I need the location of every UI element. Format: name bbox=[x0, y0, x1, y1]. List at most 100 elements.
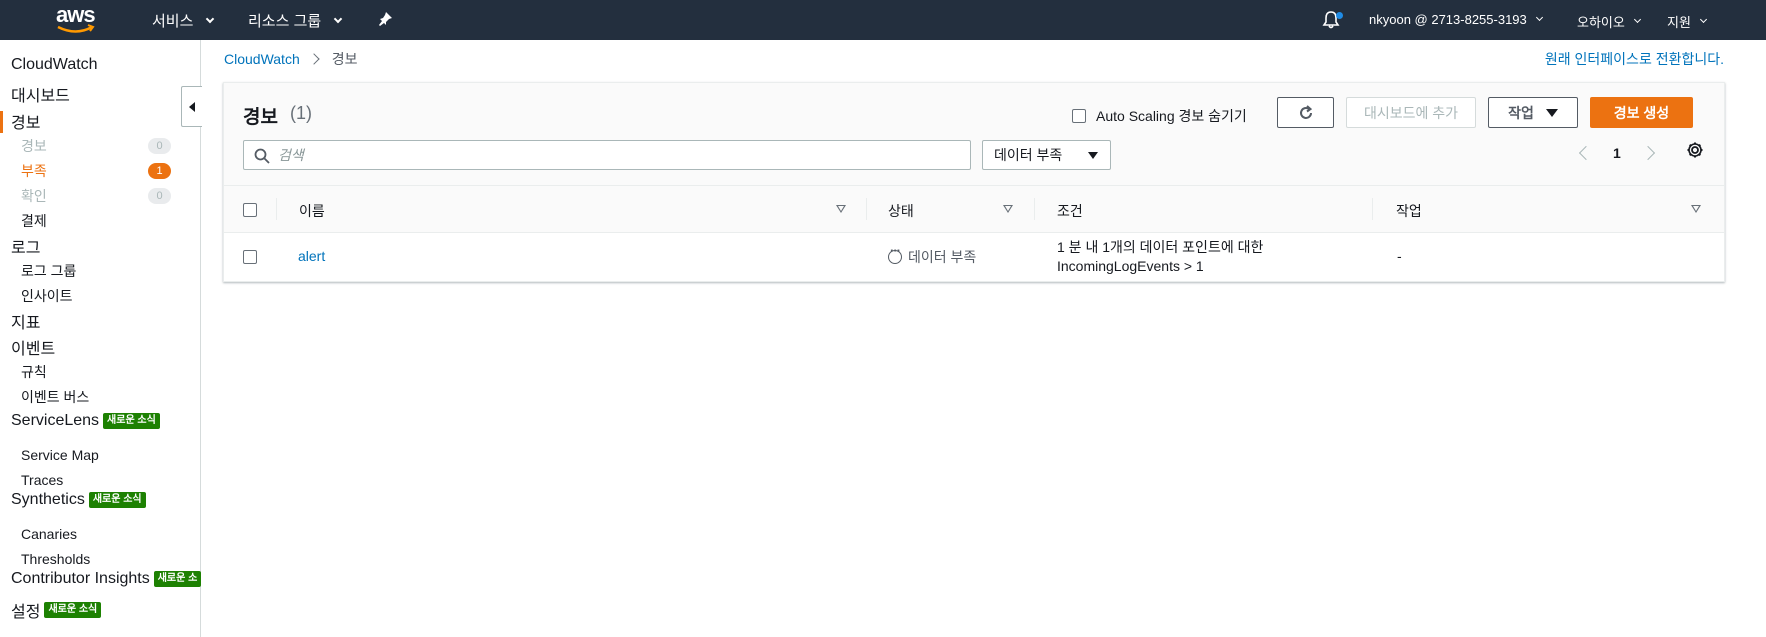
table-row: alert 데이터 부족 1 분 내 1개의 데이터 포인트에 대한 Incom… bbox=[224, 233, 1724, 281]
sidebar-item-thresholds[interactable]: Thresholds bbox=[21, 551, 90, 567]
column-divider bbox=[276, 198, 277, 220]
sidebar-item-alarms[interactable]: 경보 bbox=[11, 109, 40, 133]
hide-autoscaling-label: Auto Scaling 경보 숨기기 bbox=[1096, 108, 1247, 124]
next-page-icon[interactable] bbox=[1640, 145, 1655, 161]
search-input[interactable] bbox=[278, 145, 958, 165]
contributor-insights-label: Contributor Insights bbox=[11, 570, 150, 587]
sidebar-item-insufficient[interactable]: 부족 bbox=[21, 161, 47, 181]
column-divider bbox=[866, 198, 867, 220]
sidebar-item-insights[interactable]: 인사이트 bbox=[21, 286, 73, 306]
region-menu[interactable]: 오하이오 bbox=[1577, 12, 1641, 31]
search-field[interactable] bbox=[243, 140, 971, 170]
sidebar-item-servicelens[interactable]: ServiceLens 새로운 소식 bbox=[11, 412, 160, 430]
resource-groups-label: 리소스 그룹 bbox=[248, 13, 322, 30]
sort-icon[interactable] bbox=[1691, 205, 1701, 213]
account-menu[interactable]: nkyoon @ 2713-8255-3193 bbox=[1369, 12, 1543, 27]
page-title: 경보 bbox=[243, 107, 278, 128]
column-actions[interactable]: 작업 bbox=[1396, 201, 1422, 221]
pagination: 1 bbox=[1578, 145, 1655, 161]
create-alarm-button[interactable]: 경보 생성 bbox=[1590, 97, 1693, 128]
alarm-state: 데이터 부족 bbox=[888, 243, 977, 267]
refresh-button[interactable] bbox=[1277, 97, 1334, 128]
sidebar-item-events[interactable]: 이벤트 bbox=[11, 335, 55, 359]
condition-line-2: IncomingLogEvents > 1 bbox=[1057, 258, 1204, 274]
actions-label: 작업 bbox=[1508, 104, 1534, 121]
caret-down-icon bbox=[1545, 108, 1558, 117]
chevron-down-icon bbox=[206, 14, 215, 23]
new-badge: 새로운 소식 bbox=[88, 492, 146, 508]
alarm-count-badge: 0 bbox=[148, 138, 171, 154]
breadcrumb: CloudWatch 경보 bbox=[224, 49, 358, 69]
servicelens-label: ServiceLens bbox=[11, 412, 100, 429]
alarm-actions: - bbox=[1397, 248, 1402, 264]
region-label: 오하이오 bbox=[1577, 15, 1625, 30]
sidebar-item-event-buses[interactable]: 이벤트 버스 bbox=[21, 387, 89, 407]
sidebar-item-settings[interactable]: 설정 새로운 소식 bbox=[11, 598, 102, 622]
alarms-panel: 경보 (1) Auto Scaling 경보 숨기기 대시보드에 추가 작업 경… bbox=[223, 82, 1725, 282]
search-icon bbox=[254, 148, 270, 164]
sort-icon[interactable] bbox=[1003, 205, 1013, 213]
services-menu[interactable]: 서비스 bbox=[152, 10, 215, 31]
alarm-condition: 1 분 내 1개의 데이터 포인트에 대한 IncomingLogEvents … bbox=[1057, 238, 1263, 276]
alarm-state-label: 데이터 부족 bbox=[908, 249, 977, 265]
new-badge: 새로운 소 bbox=[153, 571, 201, 587]
sort-icon[interactable] bbox=[836, 205, 846, 213]
condition-line-1: 1 분 내 1개의 데이터 포인트에 대한 bbox=[1057, 239, 1264, 255]
pin-icon[interactable] bbox=[377, 11, 393, 27]
column-name[interactable]: 이름 bbox=[299, 201, 325, 221]
actions-button[interactable]: 작업 bbox=[1488, 97, 1578, 128]
previous-page-icon[interactable] bbox=[1578, 145, 1594, 161]
table-header: 이름 상태 조건 작업 bbox=[224, 185, 1724, 233]
services-label: 서비스 bbox=[152, 13, 194, 30]
hide-autoscaling-toggle[interactable]: Auto Scaling 경보 숨기기 bbox=[1072, 106, 1247, 126]
aws-logo[interactable]: aws bbox=[56, 2, 100, 36]
sidebar-item-rules[interactable]: 규칙 bbox=[21, 362, 47, 382]
breadcrumb-cloudwatch[interactable]: CloudWatch bbox=[224, 51, 300, 67]
column-divider bbox=[1372, 198, 1373, 220]
sidebar-item-canaries[interactable]: Canaries bbox=[21, 526, 77, 542]
chevron-down-icon bbox=[1699, 15, 1707, 24]
select-all-checkbox[interactable] bbox=[243, 203, 257, 217]
sidebar-item-billing[interactable]: 결제 bbox=[21, 211, 47, 231]
current-page[interactable]: 1 bbox=[1613, 145, 1621, 161]
sidebar-item-ok[interactable]: 확인 bbox=[21, 186, 47, 206]
row-checkbox[interactable] bbox=[243, 250, 257, 264]
account-label: nkyoon @ 2713-8255-3193 bbox=[1369, 12, 1527, 27]
hide-autoscaling-checkbox[interactable] bbox=[1072, 109, 1086, 123]
sidebar-item-alarm-state[interactable]: 경보 bbox=[21, 136, 47, 156]
alarm-name-link[interactable]: alert bbox=[298, 248, 325, 264]
chevron-down-icon bbox=[333, 14, 343, 23]
sidebar-item-synthetics[interactable]: Synthetics 새로운 소식 bbox=[11, 491, 146, 509]
column-state[interactable]: 상태 bbox=[888, 201, 914, 221]
resource-groups-menu[interactable]: 리소스 그룹 bbox=[248, 10, 343, 31]
refresh-icon bbox=[1299, 104, 1312, 119]
alarm-count: (1) bbox=[290, 103, 312, 123]
sidebar-item-logs[interactable]: 로그 bbox=[11, 234, 40, 258]
sidebar-item-service-map[interactable]: Service Map bbox=[21, 447, 99, 463]
bell-icon[interactable] bbox=[1322, 10, 1343, 30]
insufficient-count-badge: 1 bbox=[148, 163, 171, 179]
sidebar-item-dashboards[interactable]: 대시보드 bbox=[11, 82, 70, 106]
insufficient-data-icon bbox=[888, 243, 902, 264]
sidebar-item-log-groups[interactable]: 로그 그룹 bbox=[21, 261, 76, 281]
add-to-dashboard-button[interactable]: 대시보드에 추가 bbox=[1346, 97, 1476, 128]
synthetics-label: Synthetics bbox=[11, 491, 85, 508]
ok-count-badge: 0 bbox=[148, 188, 171, 204]
support-menu[interactable]: 지원 bbox=[1667, 12, 1707, 31]
notification-dot bbox=[1336, 12, 1343, 19]
sidebar: CloudWatch 대시보드 경보 경보 0 부족 1 확인 0 결제 로그 … bbox=[0, 40, 201, 637]
sidebar-item-contributor-insights[interactable]: Contributor Insights 새로운 소 bbox=[11, 570, 201, 588]
gear-icon[interactable] bbox=[1686, 141, 1704, 164]
sidebar-item-metrics[interactable]: 지표 bbox=[11, 309, 40, 333]
sidebar-item-traces[interactable]: Traces bbox=[21, 472, 63, 488]
new-badge: 새로운 소식 bbox=[44, 602, 102, 618]
switch-interface-link[interactable]: 원래 인터페이스로 전환합니다. bbox=[1545, 49, 1724, 69]
sidebar-item-cloudwatch[interactable]: CloudWatch bbox=[11, 56, 98, 74]
collapse-sidebar-button[interactable] bbox=[181, 86, 202, 127]
caret-down-icon bbox=[1088, 152, 1098, 159]
column-condition[interactable]: 조건 bbox=[1057, 201, 1083, 221]
breadcrumb-current: 경보 bbox=[331, 51, 358, 67]
column-divider bbox=[1034, 198, 1035, 220]
chevron-down-icon bbox=[1633, 15, 1641, 24]
state-filter-select[interactable]: 데이터 부족 bbox=[982, 140, 1111, 170]
